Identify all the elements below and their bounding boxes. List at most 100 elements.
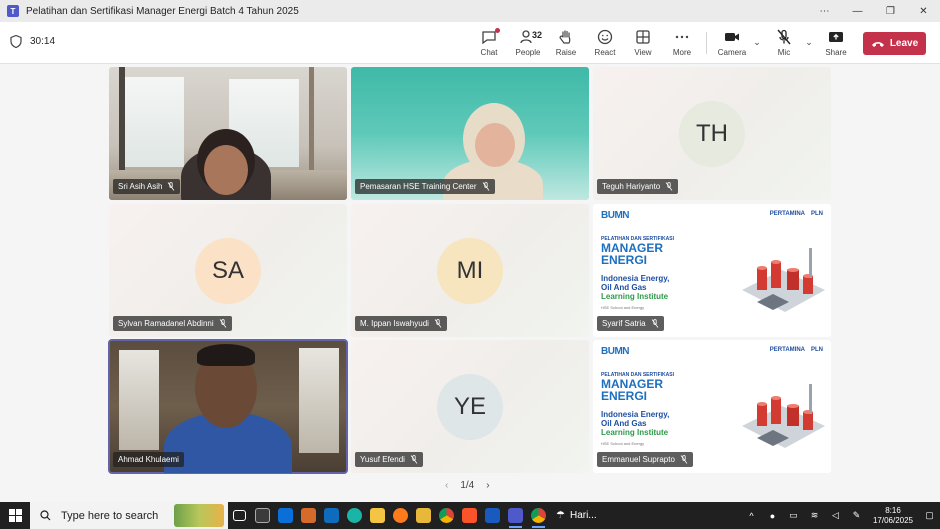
chat-button[interactable]: Chat (471, 26, 507, 60)
minimize-button[interactable]: — (841, 0, 874, 22)
participant-name-tag: Teguh Hariyanto (597, 179, 679, 194)
people-count: 32 (532, 30, 543, 40)
close-button[interactable]: ✕ (907, 0, 940, 22)
chrome-icon[interactable] (435, 502, 458, 529)
participant-tile[interactable]: Pemasaran HSE Training Center (351, 67, 589, 200)
window-title: Pelatihan dan Sertifikasi Manager Energi… (26, 5, 299, 17)
file-explorer-icon[interactable] (366, 502, 389, 529)
toolbar-divider (706, 32, 707, 54)
firefox-icon[interactable] (389, 502, 412, 529)
participant-tile[interactable]: Sri Asih Asih (109, 67, 347, 200)
participant-tile[interactable]: MI M. Ippan Iswahyudi (351, 204, 589, 337)
microphone-icon[interactable]: ● (762, 511, 783, 521)
edge-icon[interactable] (343, 502, 366, 529)
participant-name: Sylvan Ramadanel Abdinni (118, 319, 214, 328)
participant-face (204, 145, 248, 195)
system-tray: ^ ● ▭ ≋ ◁ ✎ 8:16 17/06/2025 ▢ (741, 502, 940, 529)
participant-tile[interactable]: YE Yusuf Efendi (351, 340, 589, 473)
people-button[interactable]: 32 People (510, 26, 546, 60)
shield-icon (10, 35, 22, 48)
camera-label: Camera (717, 48, 747, 57)
window-controls: ⋯ — ❐ ✕ (808, 0, 940, 22)
chat-label: Chat (480, 48, 498, 57)
more-button[interactable]: More (664, 26, 700, 60)
participant-name: Emmanuel Suprapto (602, 455, 675, 464)
participant-name-tag: Syarif Satria (597, 316, 664, 331)
camera-options-chevron-icon[interactable]: ⌄ (751, 36, 763, 48)
word-icon[interactable] (481, 502, 504, 529)
hang-up-icon (871, 41, 884, 47)
gallery-pager: ‹ 1/4 › (445, 480, 490, 491)
avatar-initials: MI (456, 256, 484, 284)
background-window (124, 77, 184, 167)
participant-tile[interactable]: BUMN PERTAMINA PLN PELATIHAN DAN SERTIFIK… (593, 340, 831, 473)
clock[interactable]: 8:16 17/06/2025 (867, 506, 919, 526)
maximize-button[interactable]: ❐ (874, 0, 907, 22)
mic-button[interactable]: Mic (766, 26, 802, 60)
avatar-initials: SA (211, 256, 244, 284)
raise-hand-button[interactable]: Raise (548, 26, 584, 60)
meeting-timer: 30:14 (10, 35, 55, 48)
partner-logos: PERTAMINA PLN (769, 347, 823, 353)
share-button[interactable]: Share (818, 26, 854, 60)
windows-taskbar: Type here to search ☂ Hari... ^ ● ▭ ≋ ◁ … (0, 502, 940, 529)
mic-muted-icon (434, 319, 442, 328)
mic-options-chevron-icon[interactable]: ⌄ (803, 36, 815, 48)
weather-widget[interactable]: ☂ Hari... (556, 510, 597, 521)
chevron-right-icon[interactable]: › (486, 480, 489, 491)
weather-icon: ☂ (556, 510, 565, 521)
camera-button[interactable]: Camera (714, 26, 750, 60)
refinery-illustration (742, 248, 825, 312)
react-label: React (594, 48, 616, 57)
title-bar: T Pelatihan dan Sertifikasi Manager Ener… (0, 0, 940, 22)
mic-label: Mic (777, 48, 791, 57)
folder-icon[interactable] (412, 502, 435, 529)
participant-tile[interactable]: SA Sylvan Ramadanel Abdinni (109, 204, 347, 337)
media-app-icon[interactable] (251, 502, 274, 529)
start-button[interactable] (0, 502, 30, 529)
slide-heading: MANAGER ENERGI (601, 241, 663, 267)
page-indicator: 1/4 (460, 480, 475, 491)
chevron-left-icon[interactable]: ‹ (445, 480, 448, 491)
volume-icon[interactable]: ◁ (825, 510, 846, 521)
outlook-icon[interactable] (320, 502, 343, 529)
participant-name: Sri Asih Asih (118, 182, 163, 191)
grid-icon (636, 30, 650, 44)
hand-icon (559, 30, 571, 44)
share-label: Share (825, 48, 847, 57)
avatar: SA (195, 237, 261, 304)
leave-button[interactable]: Leave (863, 32, 926, 55)
mic-muted-icon (410, 455, 418, 464)
task-view-icon[interactable] (228, 502, 251, 529)
raise-label: Raise (555, 48, 577, 57)
camera-icon (725, 33, 739, 41)
participant-name-tag: Ahmad Khulaemi (113, 452, 184, 467)
tray-app-icon[interactable]: ▭ (783, 510, 804, 521)
wifi-icon[interactable]: ≋ (804, 510, 825, 521)
photos-icon[interactable] (297, 502, 320, 529)
view-button[interactable]: View (625, 26, 661, 60)
chrome-icon[interactable] (527, 502, 550, 529)
timer-text: 30:14 (30, 36, 56, 47)
slide-tagline: HSE School and Energy (601, 305, 645, 310)
bumn-logo: BUMN (601, 346, 630, 357)
clock-date: 17/06/2025 (872, 515, 914, 525)
react-button[interactable]: React (587, 26, 623, 60)
chevron-up-icon[interactable]: ^ (741, 511, 762, 521)
participant-tile[interactable]: BUMN PERTAMINA PLN PELATIHAN DAN SERTIFIK… (593, 204, 831, 337)
slide-tagline: HSE School and Energy (601, 441, 645, 446)
notification-icon[interactable]: ▢ (919, 510, 940, 521)
background-pillar (309, 67, 314, 177)
partner-logos: PERTAMINA PLN (769, 211, 823, 217)
participant-tile-active-speaker[interactable]: Ahmad Khulaemi (108, 339, 348, 474)
teams-taskbar-icon[interactable] (504, 502, 527, 529)
brave-icon[interactable] (458, 502, 481, 529)
participant-name-tag: Sri Asih Asih (113, 179, 181, 194)
more-options-icon[interactable]: ⋯ (808, 0, 841, 22)
participant-tile[interactable]: TH Teguh Hariyanto (593, 67, 831, 200)
avatar-initials: YE (453, 392, 486, 420)
participant-name-tag: Sylvan Ramadanel Abdinni (113, 316, 232, 331)
taskbar-search-box[interactable]: Type here to search (30, 502, 228, 529)
store-icon[interactable] (274, 502, 297, 529)
pen-icon[interactable]: ✎ (846, 510, 867, 521)
